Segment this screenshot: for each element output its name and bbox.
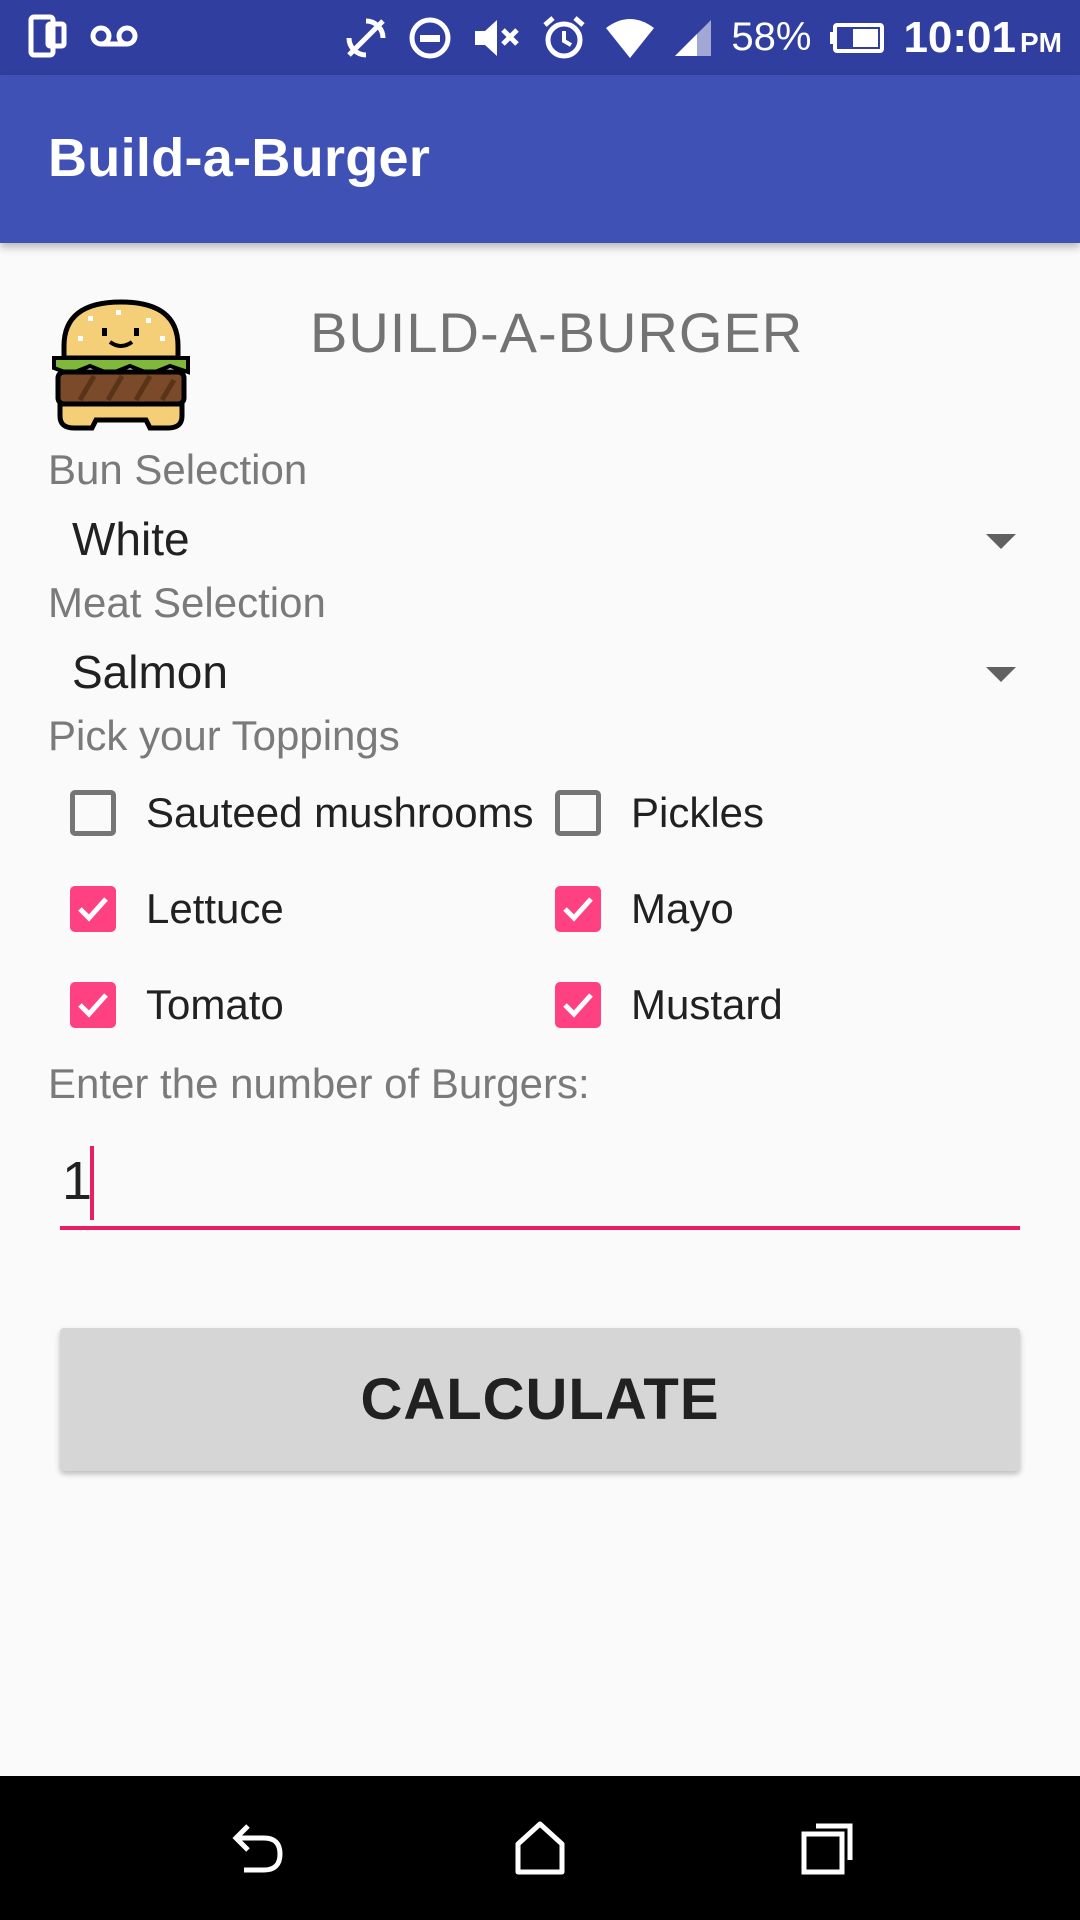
mute-icon	[475, 19, 520, 56]
app-title: Build-a-Burger	[48, 128, 431, 188]
signal-icon	[675, 19, 712, 56]
text-cursor	[90, 1146, 94, 1220]
status-bar: 58% 10:01 PM	[0, 0, 1080, 75]
battery-icon	[830, 22, 885, 53]
checkbox-checked-icon	[70, 982, 116, 1028]
alarm-icon	[543, 15, 586, 58]
topping-label: Pickles	[631, 789, 765, 836]
checkbox-checked-icon	[70, 886, 116, 932]
burger-count-input[interactable]: 1	[60, 1142, 1020, 1230]
clock-time: 10:01	[903, 12, 1016, 62]
burger-icon	[52, 299, 190, 431]
navigation-bar	[0, 1776, 1080, 1920]
dropdown-arrow-icon	[986, 667, 1016, 682]
quantity-label: Enter the number of Burgers:	[48, 1060, 590, 1107]
topping-checkbox-sauteed-mushrooms[interactable]: Sauteed mushrooms	[70, 778, 534, 848]
sim-icon	[28, 14, 67, 58]
page-heading: BUILD-A-BURGER	[310, 301, 804, 364]
recents-icon[interactable]	[796, 1816, 860, 1880]
sync-off-icon	[346, 18, 386, 57]
topping-label: Tomato	[146, 981, 284, 1028]
home-icon[interactable]	[508, 1816, 572, 1880]
wifi-icon	[606, 18, 655, 58]
topping-checkbox-mayo[interactable]: Mayo	[555, 874, 734, 944]
topping-checkbox-pickles[interactable]: Pickles	[555, 778, 764, 848]
topping-label: Sauteed mushrooms	[146, 789, 534, 836]
topping-checkbox-tomato[interactable]: Tomato	[70, 970, 284, 1040]
meat-spinner[interactable]: Salmon	[72, 637, 1022, 707]
topping-label: Mayo	[631, 885, 734, 932]
battery-percent: 58%	[731, 15, 812, 59]
toppings-label: Pick your Toppings	[48, 712, 400, 759]
meat-label: Meat Selection	[48, 579, 326, 626]
checkbox-checked-icon	[555, 982, 601, 1028]
topping-checkbox-mustard[interactable]: Mustard	[555, 970, 783, 1040]
topping-label: Mustard	[631, 981, 783, 1028]
clock: 10:01 PM	[903, 13, 1062, 63]
burger-count-value: 1	[62, 1151, 93, 1211]
topping-label: Lettuce	[146, 885, 284, 932]
bun-spinner[interactable]: White	[72, 504, 1022, 574]
topping-checkbox-lettuce[interactable]: Lettuce	[70, 874, 284, 944]
bun-value: White	[72, 513, 190, 565]
app-bar: Build-a-Burger	[0, 75, 1080, 243]
voicemail-icon	[90, 25, 138, 47]
clock-ampm: PM	[1020, 26, 1062, 58]
calculate-button[interactable]: CALCULATE	[60, 1328, 1020, 1471]
meat-value: Salmon	[72, 646, 228, 698]
checkbox-icon	[70, 790, 116, 836]
back-icon[interactable]	[224, 1816, 288, 1880]
checkbox-icon	[555, 790, 601, 836]
do-not-disturb-icon	[409, 17, 451, 58]
bun-label: Bun Selection	[48, 446, 308, 493]
checkbox-checked-icon	[555, 886, 601, 932]
dropdown-arrow-icon	[986, 534, 1016, 549]
